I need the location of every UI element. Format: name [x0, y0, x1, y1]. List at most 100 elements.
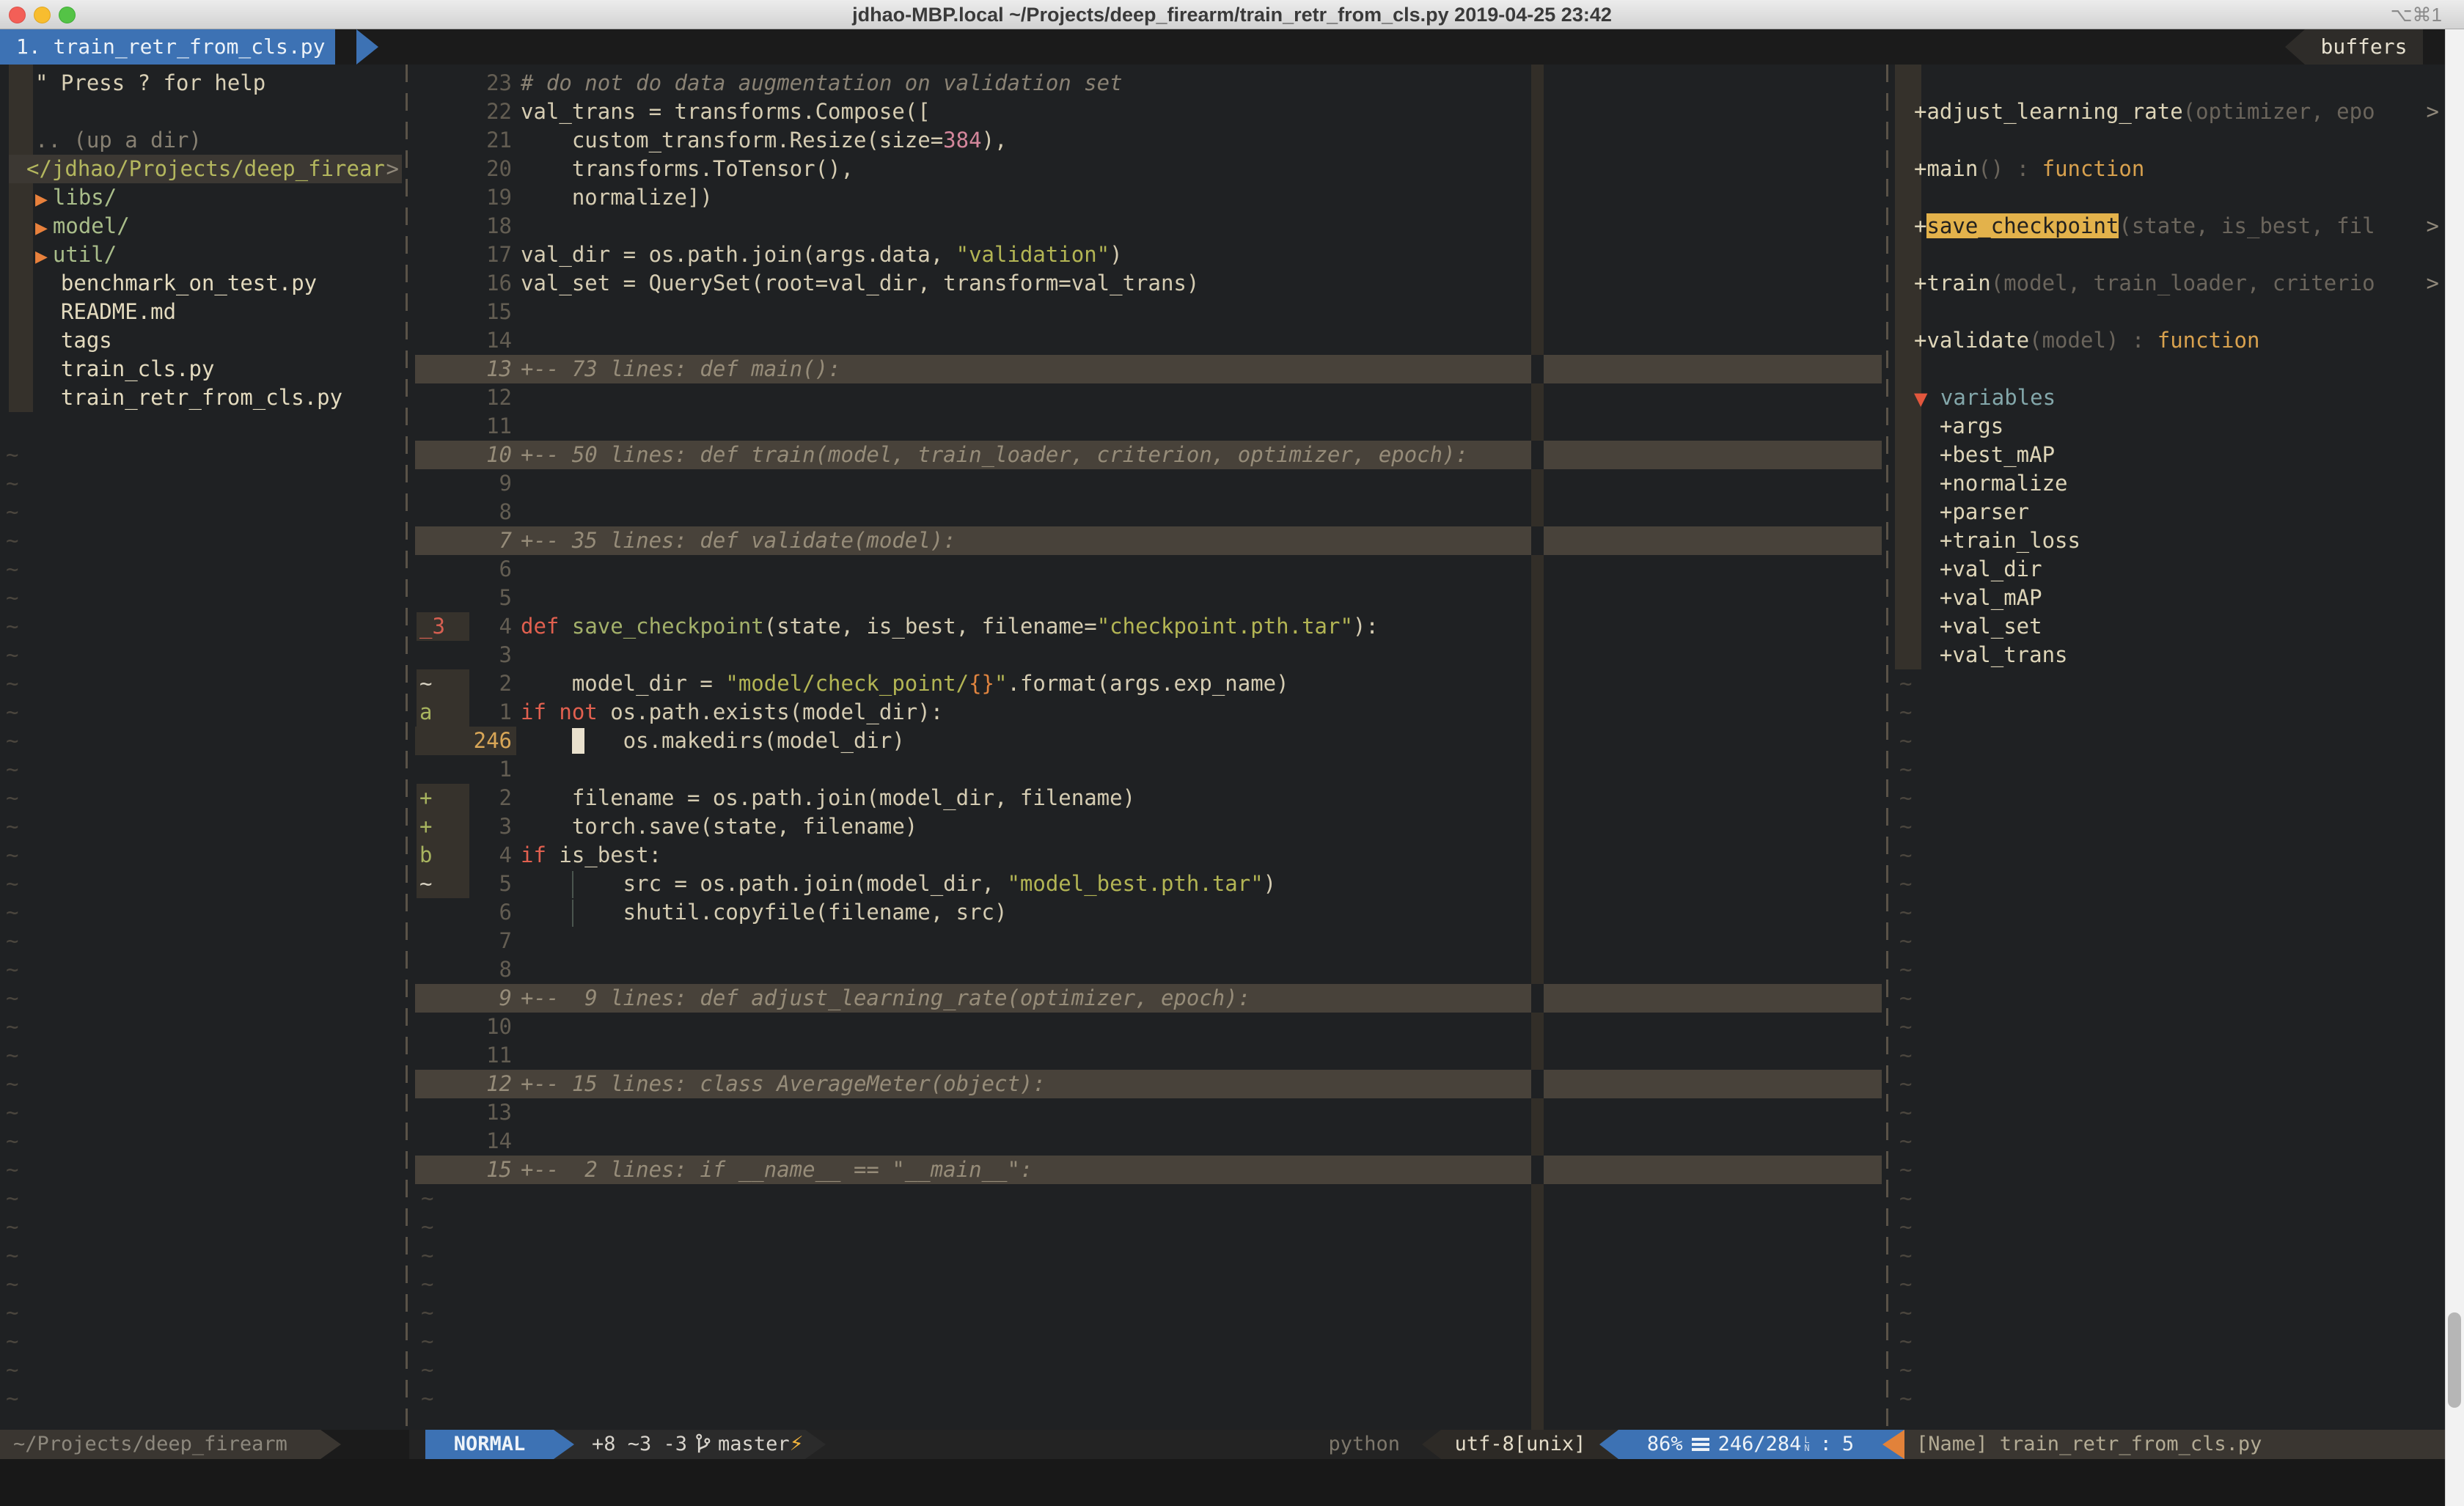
code-line[interactable]: ~5 src = os.path.join(model_dir, "model_…: [415, 870, 1882, 898]
code-line[interactable]: a1if not os.path.exists(model_dir):: [415, 698, 1882, 727]
empty-line-tilde: ~: [6, 984, 18, 1013]
tree-item[interactable]: [0, 98, 402, 126]
code-line[interactable]: 15: [415, 298, 1882, 326]
code-line[interactable]: 20 transforms.ToTensor(),: [415, 155, 1882, 183]
empty-line-tilde: ~: [1899, 755, 1912, 784]
tree-empty-line: ~: [0, 812, 402, 841]
empty-line-tilde: ~: [1899, 984, 1912, 1013]
code-line[interactable]: 10: [415, 1013, 1882, 1041]
line-number: 14: [433, 1127, 512, 1156]
folded-code-line[interactable]: 9+-- 9 lines: def adjust_learning_rate(o…: [415, 984, 1882, 1013]
tab-active[interactable]: 1. train_retr_from_cls.py: [0, 29, 335, 65]
text-segment: " Press ? for help: [35, 70, 265, 95]
code-line[interactable]: 8: [415, 498, 1882, 526]
scrollbar-thumb[interactable]: [2448, 1312, 2461, 1408]
code-line[interactable]: 6 shutil.copyfile(filename, src): [415, 898, 1882, 927]
tag-item[interactable]: +normalize: [1895, 469, 2464, 498]
folded-code-line[interactable]: 7+-- 35 lines: def validate(model):: [415, 526, 1882, 555]
empty-line-tilde: ~: [1899, 1384, 1912, 1413]
terminal-scrollbar[interactable]: [2445, 29, 2464, 1506]
vim-command-line[interactable]: [0, 1459, 2445, 1506]
tag-item[interactable]: +val_trans: [1895, 641, 2464, 669]
code-line[interactable]: ~2 model_dir = "model/check_point/{}".fo…: [415, 669, 1882, 698]
code-line[interactable]: _34def save_checkpoint(state, is_best, f…: [415, 612, 1882, 641]
tree-item[interactable]: train_retr_from_cls.py: [0, 383, 402, 412]
tag-item[interactable]: +val_dir: [1895, 555, 2464, 584]
tree-root-item[interactable]: </jdhao/Projects/deep_firear>: [9, 155, 402, 183]
tree-item[interactable]: train_cls.py: [0, 355, 402, 383]
code-line[interactable]: 23# do not do data augmentation on valid…: [415, 69, 1882, 98]
code-line[interactable]: 9: [415, 469, 1882, 498]
tag-item[interactable]: +train(model, train_loader, criterio>: [1895, 269, 2464, 298]
code-line[interactable]: 246 os.makedirs(model_dir): [415, 727, 1882, 755]
tree-item[interactable]: tags: [0, 326, 402, 355]
window-separator[interactable]: [406, 65, 408, 1430]
tag-item[interactable]: ▼ variables: [1895, 383, 2464, 412]
tree-item[interactable]: README.md: [0, 298, 402, 326]
tag-item[interactable]: +save_checkpoint(state, is_best, fil>: [1895, 212, 2464, 240]
folded-code-line[interactable]: 15+-- 2 lines: if __name__ == "__main__"…: [415, 1156, 1882, 1184]
code-line[interactable]: 18: [415, 212, 1882, 240]
line-number: 23: [433, 69, 512, 98]
code-line[interactable]: 12: [415, 383, 1882, 412]
code-line[interactable]: 16val_set = QuerySet(root=val_dir, trans…: [415, 269, 1882, 298]
folded-code-line[interactable]: 10+-- 50 lines: def train(model, train_l…: [415, 441, 1882, 469]
tagbar-status: [Name] train_retr_from_cls.py: [1904, 1430, 2445, 1459]
code-line[interactable]: 21 custom_transform.Resize(size=384),: [415, 126, 1882, 155]
empty-line-tilde: ~: [1899, 1041, 1912, 1070]
code-text: shutil.copyfile(filename, src): [521, 898, 1007, 927]
code-line[interactable]: 3: [415, 641, 1882, 669]
empty-line-tilde: ~: [6, 584, 18, 612]
tree-item[interactable]: ▶ util/: [0, 240, 402, 269]
code-window[interactable]: 23# do not do data augmentation on valid…: [415, 65, 1882, 1430]
tag-item[interactable]: +best_mAP: [1895, 441, 2464, 469]
code-line[interactable]: 8: [415, 955, 1882, 984]
truncation-arrow-icon: >: [386, 155, 399, 183]
code-line[interactable]: 11: [415, 1041, 1882, 1070]
window-separator[interactable]: [1886, 65, 1888, 1430]
code-line[interactable]: b4if is_best:: [415, 841, 1882, 870]
code-line[interactable]: 6: [415, 555, 1882, 584]
tree-item[interactable]: ▶ libs/: [0, 183, 402, 212]
tag-item[interactable]: +val_set: [1895, 612, 2464, 641]
folded-code-line[interactable]: 13+-- 73 lines: def main():: [415, 355, 1882, 383]
empty-line-tilde: ~: [421, 1184, 433, 1213]
code-line[interactable]: 14: [415, 326, 1882, 355]
code-line[interactable]: 14: [415, 1127, 1882, 1156]
tree-empty-line: ~: [0, 526, 402, 555]
code-line[interactable]: 13: [415, 1098, 1882, 1127]
tag-item[interactable]: +val_mAP: [1895, 584, 2464, 612]
code-line[interactable]: 19 normalize]): [415, 183, 1882, 212]
tag-item[interactable]: +main() : function: [1895, 155, 2464, 183]
code-text: val_set = QuerySet(root=val_dir, transfo…: [521, 269, 1199, 298]
tree-empty-line: ~: [0, 927, 402, 955]
text-segment: if: [521, 842, 546, 867]
code-line[interactable]: 17val_dir = os.path.join(args.data, "val…: [415, 240, 1882, 269]
code-line[interactable]: 22val_trans = transforms.Compose([: [415, 98, 1882, 126]
empty-line-tilde: ~: [6, 1270, 18, 1299]
tag-item[interactable]: +parser: [1895, 498, 2464, 526]
text-segment: src = os.path.join(model_dir,: [521, 871, 1007, 896]
tag-item[interactable]: +validate(model) : function: [1895, 326, 2464, 355]
vim-tabline: 1. train_retr_from_cls.py buffers: [0, 29, 2464, 65]
tree-item[interactable]: ▶ model/: [0, 212, 402, 240]
tag-item[interactable]: +args: [1895, 412, 2464, 441]
tagbar-blank-line: [1895, 355, 2464, 383]
tree-empty-line: ~: [0, 955, 402, 984]
line-number: 20: [433, 155, 512, 183]
code-line[interactable]: +3 torch.save(state, filename): [415, 812, 1882, 841]
tag-item[interactable]: +train_loss: [1895, 526, 2464, 555]
tree-item[interactable]: benchmark_on_test.py: [0, 269, 402, 298]
code-line[interactable]: +2 filename = os.path.join(model_dir, fi…: [415, 784, 1882, 812]
code-text: transforms.ToTensor(),: [521, 155, 854, 183]
empty-line-tilde: ~: [6, 1041, 18, 1070]
code-line[interactable]: 5: [415, 584, 1882, 612]
code-line[interactable]: 7: [415, 927, 1882, 955]
tag-item[interactable]: +adjust_learning_rate(optimizer, epo>: [1895, 98, 2464, 126]
line-number: 22: [433, 98, 512, 126]
tree-item[interactable]: .. (up a dir): [0, 126, 402, 155]
code-line[interactable]: 11: [415, 412, 1882, 441]
code-line[interactable]: 1: [415, 755, 1882, 784]
tree-item[interactable]: " Press ? for help: [0, 69, 402, 98]
folded-code-line[interactable]: 12+-- 15 lines: class AverageMeter(objec…: [415, 1070, 1882, 1098]
